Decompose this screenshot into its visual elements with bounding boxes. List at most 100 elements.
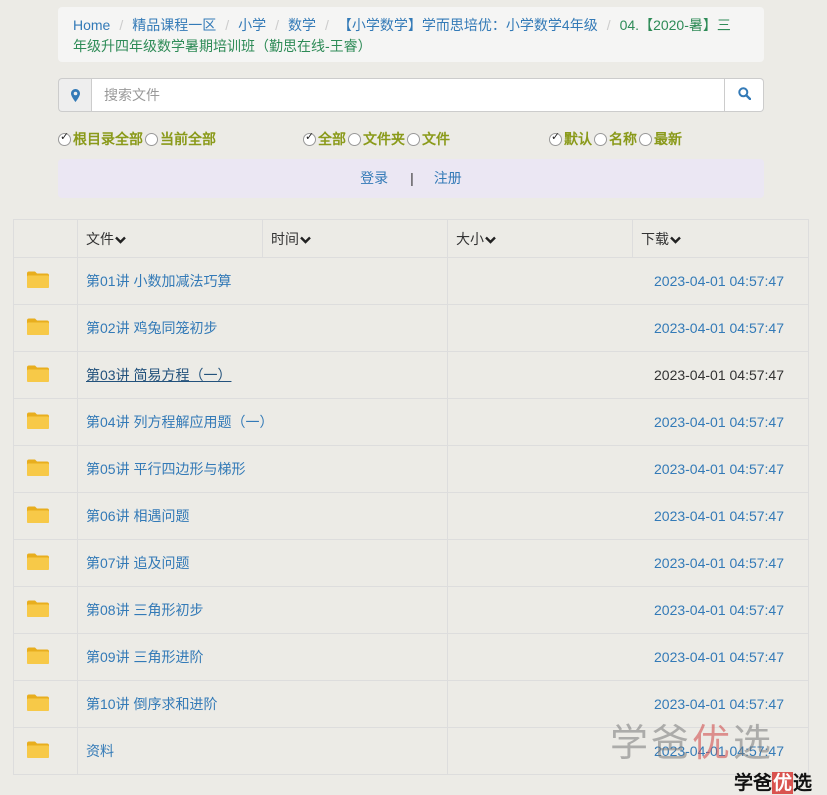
column-header-file[interactable]: 文件 xyxy=(77,219,263,258)
scope-filter-group: 根目录全部 当前全部 xyxy=(58,129,218,149)
folder-icon xyxy=(26,646,77,668)
radio-checked[interactable] xyxy=(303,130,316,146)
search-input[interactable] xyxy=(91,78,725,112)
auth-bar: 登录 | 注册 xyxy=(58,159,764,198)
file-name-link[interactable]: 第06讲 相遇问题 xyxy=(77,492,448,540)
type-filter-group: 全部 文件夹 文件 xyxy=(303,129,452,149)
radio-unchecked[interactable] xyxy=(407,132,420,146)
sort-filter-group: 默认 名称 最新 xyxy=(549,129,684,149)
table-row[interactable]: 第10讲 倒序求和进阶 2023-04-01 04:57:47 xyxy=(13,680,809,728)
folder-icon-cell xyxy=(13,351,78,399)
column-header-time-label: 时间 xyxy=(271,230,299,247)
table-row[interactable]: 第02讲 鸡兔同笼初步 2023-04-01 04:57:47 xyxy=(13,304,809,352)
file-name-link[interactable]: 第02讲 鸡兔同笼初步 xyxy=(77,304,448,352)
chevron-down-icon xyxy=(670,236,681,244)
folder-icon-cell xyxy=(13,304,78,352)
column-header-download[interactable]: 下载 xyxy=(632,219,809,258)
file-name-link[interactable]: 第10讲 倒序求和进阶 xyxy=(77,680,448,728)
file-time: 2023-04-01 04:57:47 xyxy=(447,586,809,634)
radio-checked[interactable] xyxy=(549,130,562,146)
folder-icon-cell xyxy=(13,586,78,634)
map-marker-icon xyxy=(58,78,91,112)
folder-icon xyxy=(26,740,77,762)
folder-icon-cell xyxy=(13,445,78,493)
breadcrumb-separator: / xyxy=(606,17,611,33)
breadcrumb-current-line1: 04.【2020-暑】三 xyxy=(619,17,731,33)
search-bar xyxy=(58,78,764,112)
table-row[interactable]: 第08讲 三角形初步 2023-04-01 04:57:47 xyxy=(13,586,809,634)
filter-root-all-label: 根目录全部 xyxy=(73,131,143,147)
table-row[interactable]: 第05讲 平行四边形与梯形 2023-04-01 04:57:47 xyxy=(13,445,809,493)
file-time: 2023-04-01 04:57:47 xyxy=(447,492,809,540)
radio-checked[interactable] xyxy=(58,130,71,146)
folder-icon-cell xyxy=(13,539,78,587)
register-link[interactable]: 注册 xyxy=(434,170,462,186)
filter-type-folder[interactable]: 文件夹 xyxy=(348,129,405,149)
column-header-size-label: 大小 xyxy=(456,230,484,247)
file-name-link[interactable]: 第08讲 三角形初步 xyxy=(77,586,448,634)
filter-current-all-label: 当前全部 xyxy=(160,131,216,147)
breadcrumb-separator: / xyxy=(325,17,329,33)
file-name-link[interactable]: 第09讲 三角形进阶 xyxy=(77,633,448,681)
table-row[interactable]: 资料 2023-04-01 04:57:47 xyxy=(13,727,809,775)
breadcrumb-item-math[interactable]: 数学 xyxy=(288,17,316,33)
file-time: 2023-04-01 04:57:47 xyxy=(447,680,809,728)
breadcrumb-item-premium[interactable]: 精品课程一区 xyxy=(132,17,216,33)
table-row[interactable]: 第01讲 小数加减法巧算 2023-04-01 04:57:47 xyxy=(13,257,809,305)
radio-unchecked[interactable] xyxy=(348,132,361,146)
table-header-row: 文件 时间 大小 下载 xyxy=(13,219,809,258)
chevron-down-icon xyxy=(115,236,126,244)
filter-current-all[interactable]: 当前全部 xyxy=(145,129,216,149)
chevron-down-icon xyxy=(485,236,496,244)
column-header-file-label: 文件 xyxy=(86,230,114,247)
table-row[interactable]: 第04讲 列方程解应用题（一） 2023-04-01 04:57:47 xyxy=(13,398,809,446)
file-time: 2023-04-01 04:57:47 xyxy=(447,398,809,446)
file-table: 文件 时间 大小 下载 第01讲 小数加减法巧算 2023-04-01 04:57… xyxy=(13,219,809,775)
folder-icon xyxy=(26,317,77,339)
magnifier-icon xyxy=(737,87,751,103)
breadcrumb: Home / 精品课程一区 / 小学 / 数学 / 【小学数学】学而思培优：小学数学4年级 / 04… xyxy=(58,7,764,62)
login-link[interactable]: 登录 xyxy=(360,170,388,186)
file-name-link[interactable]: 第03讲 简易方程（一） xyxy=(77,351,448,399)
radio-unchecked[interactable] xyxy=(145,132,158,146)
filter-type-all[interactable]: 全部 xyxy=(303,129,346,149)
chevron-down-icon xyxy=(300,236,311,244)
folder-icon-cell xyxy=(13,398,78,446)
file-name-link[interactable]: 第07讲 追及问题 xyxy=(77,539,448,587)
icon-column-header xyxy=(13,219,78,258)
folder-icon xyxy=(26,458,77,480)
column-header-time[interactable]: 时间 xyxy=(262,219,448,258)
file-name-link[interactable]: 第05讲 平行四边形与梯形 xyxy=(77,445,448,493)
table-row[interactable]: 第06讲 相遇问题 2023-04-01 04:57:47 xyxy=(13,492,809,540)
breadcrumb-current-line2: 年级升四年级数学暑期培训班（勤思在线-王睿） xyxy=(73,38,372,54)
auth-separator: | xyxy=(410,170,414,186)
radio-unchecked[interactable] xyxy=(594,132,607,146)
table-row[interactable]: 第09讲 三角形进阶 2023-04-01 04:57:47 xyxy=(13,633,809,681)
file-name-link[interactable]: 第01讲 小数加减法巧算 xyxy=(77,257,448,305)
logo-text: 学爸 xyxy=(734,772,773,794)
file-time: 2023-04-01 04:57:47 xyxy=(447,539,809,587)
file-time: 2023-04-01 04:57:47 xyxy=(447,304,809,352)
filter-type-file[interactable]: 文件 xyxy=(407,129,450,149)
radio-unchecked[interactable] xyxy=(639,132,652,146)
folder-icon-cell xyxy=(13,492,78,540)
file-name-link[interactable]: 资料 xyxy=(77,727,448,775)
table-row[interactable]: 第07讲 追及问题 2023-04-01 04:57:47 xyxy=(13,539,809,587)
table-row[interactable]: 第03讲 简易方程（一） 2023-04-01 04:57:47 xyxy=(13,351,809,399)
sort-default[interactable]: 默认 xyxy=(549,129,592,149)
sort-latest-label: 最新 xyxy=(654,131,682,147)
breadcrumb-home[interactable]: Home xyxy=(73,17,110,33)
file-time: 2023-04-01 04:57:47 xyxy=(447,351,809,399)
filter-type-all-label: 全部 xyxy=(318,131,346,147)
search-button[interactable] xyxy=(725,78,764,112)
folder-icon xyxy=(26,505,77,527)
file-name-link[interactable]: 第04讲 列方程解应用题（一） xyxy=(77,398,448,446)
sort-name[interactable]: 名称 xyxy=(594,129,637,149)
breadcrumb-item-course[interactable]: 【小学数学】学而思培优：小学数学4年级 xyxy=(338,17,598,33)
breadcrumb-separator: / xyxy=(225,17,230,33)
column-header-size[interactable]: 大小 xyxy=(447,219,633,258)
sort-default-label: 默认 xyxy=(564,131,592,147)
breadcrumb-item-primary[interactable]: 小学 xyxy=(238,17,266,33)
filter-root-all[interactable]: 根目录全部 xyxy=(58,129,143,149)
sort-latest[interactable]: 最新 xyxy=(639,129,682,149)
